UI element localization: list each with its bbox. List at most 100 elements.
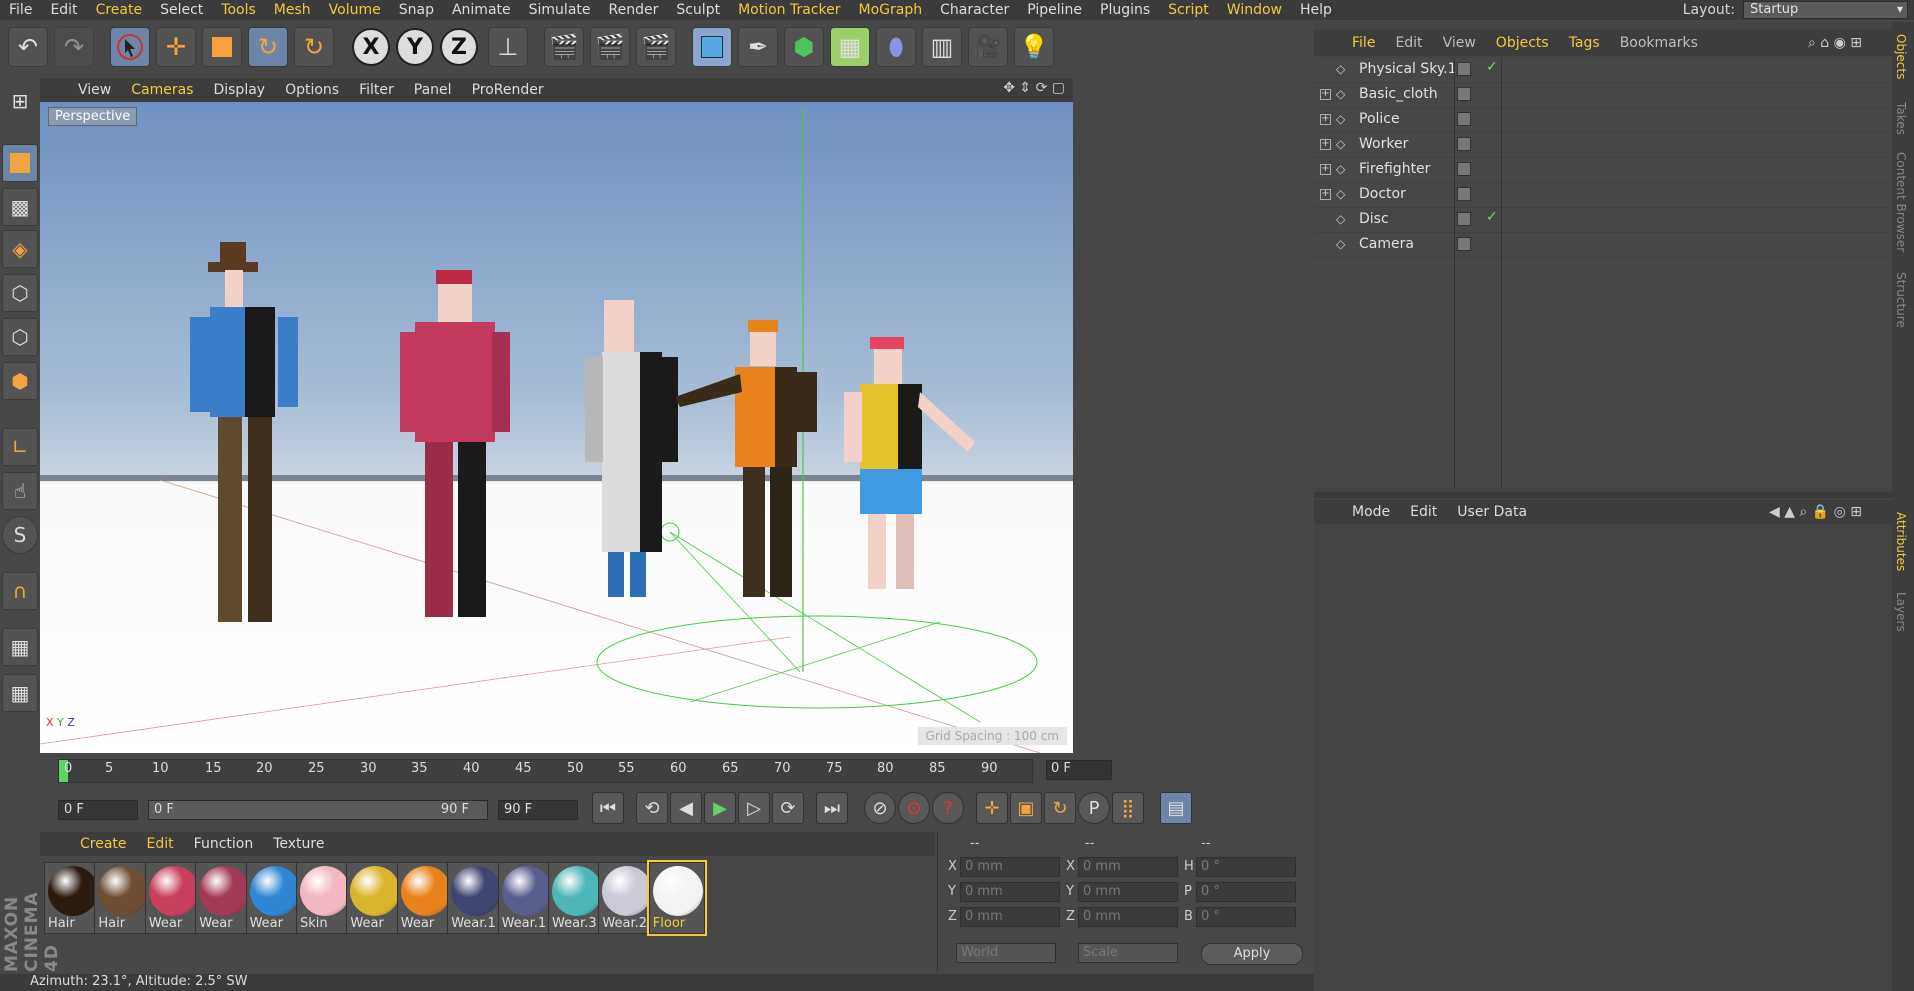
material-swatch[interactable]: Hair [94, 862, 151, 934]
visibility-toggle-icon[interactable] [1457, 87, 1471, 101]
visibility-toggle-icon[interactable] [1457, 112, 1471, 126]
viewport-menu-prorender[interactable]: ProRender [462, 82, 554, 98]
axis-mode-icon[interactable]: ∟ [2, 428, 38, 466]
3d-viewport[interactable]: Perspective X Y Z Grid Spacing : 100 cm [40, 102, 1073, 753]
enabled-check-icon[interactable]: ✓ [1486, 209, 1498, 225]
key-pla-icon[interactable]: ⣿ [1112, 792, 1144, 824]
prev-frame-icon[interactable]: ◀ [670, 792, 702, 824]
pen-icon[interactable]: ✒ [738, 27, 778, 67]
coord-field[interactable]: 0 mm [1078, 857, 1178, 877]
key-scale-icon[interactable]: ▣ [1010, 792, 1042, 824]
attr-menu-user-data[interactable]: User Data [1447, 504, 1537, 520]
menu-snap[interactable]: Snap [390, 2, 443, 18]
attr-nav-icons[interactable]: ◀ ▲ ⌕ 🔒 ◎ ⊞ [1769, 504, 1862, 520]
play-icon[interactable]: ▶ [704, 792, 736, 824]
edges-mode-icon[interactable]: ⬡ [2, 318, 38, 356]
expand-icon[interactable]: + [1320, 139, 1331, 150]
object-menu-edit[interactable]: Edit [1385, 35, 1432, 51]
layout-dropdown[interactable]: Startup [1743, 1, 1908, 19]
object-menu-file[interactable]: File [1342, 35, 1385, 51]
points-mode-icon[interactable]: ⬡ [2, 274, 38, 312]
menu-simulate[interactable]: Simulate [520, 2, 600, 18]
material-swatch[interactable]: Wear.2 [598, 862, 655, 934]
material-menu-function[interactable]: Function [184, 836, 264, 852]
recent-tool-icon[interactable]: ↻ [294, 27, 334, 67]
menu-volume[interactable]: Volume [320, 2, 390, 18]
object-row[interactable]: ◇ Physical Sky.1 ✓ [1314, 58, 1892, 83]
coord-field[interactable]: 0 ° [1196, 882, 1296, 902]
attr-menu-mode[interactable]: Mode [1342, 504, 1400, 520]
tab-takes[interactable]: Takes [1894, 102, 1908, 135]
object-menu-tags[interactable]: Tags [1559, 35, 1610, 51]
tab-content-browser[interactable]: Content Browser [1894, 152, 1908, 252]
viewport-menu-filter[interactable]: Filter [349, 82, 404, 98]
scale-icon[interactable] [202, 27, 242, 67]
tab-objects[interactable]: Objects [1894, 34, 1908, 79]
menu-help[interactable]: Help [1291, 2, 1341, 18]
goto-end-icon[interactable]: ⏭ [816, 792, 848, 824]
menu-sculpt[interactable]: Sculpt [667, 2, 729, 18]
goto-next-key-icon[interactable]: ⟳ [772, 792, 804, 824]
coord-field[interactable]: 0 mm [960, 882, 1060, 902]
polygons-mode-icon[interactable]: ⬢ [2, 362, 38, 400]
keyframe-selection-icon[interactable]: ? [932, 792, 964, 824]
enabled-check-icon[interactable]: ✓ [1486, 59, 1498, 75]
viewport-menu-panel[interactable]: Panel [404, 82, 462, 98]
timeline[interactable]: 0 5 10 15 20 25 30 35 40 45 50 55 60 65 … [40, 756, 1112, 786]
rotate-icon[interactable]: ↻ [248, 27, 288, 67]
tab-attributes[interactable]: Attributes [1894, 512, 1908, 571]
visibility-toggle-icon[interactable] [1457, 62, 1471, 76]
undo-icon[interactable]: ↶ [8, 27, 48, 67]
render-picture-viewer-icon[interactable]: 🎬 [590, 27, 630, 67]
coord-field[interactable]: 0 mm [1078, 907, 1178, 927]
attr-menu-edit[interactable]: Edit [1400, 504, 1447, 520]
object-row[interactable]: + ◇ Firefighter [1314, 158, 1892, 183]
next-frame-icon[interactable]: ▷ [738, 792, 770, 824]
coord-field[interactable]: 0 mm [1078, 882, 1178, 902]
render-view-icon[interactable]: 🎬 [544, 27, 584, 67]
tab-structure[interactable]: Structure [1894, 272, 1908, 328]
light-icon[interactable]: 💡 [1014, 27, 1054, 67]
camera-icon[interactable]: 🎥 [968, 27, 1008, 67]
goto-prev-key-icon[interactable]: ⟲ [636, 792, 668, 824]
menu-edit[interactable]: Edit [41, 2, 86, 18]
apply-button[interactable]: Apply [1201, 943, 1303, 965]
object-manager-search-icon[interactable]: ⌕ ⌂ ◉ ⊞ [1808, 35, 1862, 51]
menu-animate[interactable]: Animate [443, 2, 520, 18]
object-menu-view[interactable]: View [1433, 35, 1486, 51]
deformer-icon[interactable]: ⬮ [876, 27, 916, 67]
object-menu-objects[interactable]: Objects [1486, 35, 1559, 51]
menu-select[interactable]: Select [151, 2, 212, 18]
material-swatch[interactable]: Wear [144, 862, 201, 934]
current-frame-field[interactable]: 0 F [1046, 760, 1112, 780]
object-row[interactable]: ◇ Disc ✓ [1314, 208, 1892, 233]
redo-icon[interactable]: ↷ [54, 27, 94, 67]
visibility-toggle-icon[interactable] [1457, 237, 1471, 251]
material-menu-create[interactable]: Create [70, 836, 137, 852]
workplane-lock-icon[interactable]: ▦ [2, 628, 38, 666]
menu-render[interactable]: Render [600, 2, 668, 18]
record-keys-icon[interactable]: ⊘ [864, 792, 896, 824]
material-menu-texture[interactable]: Texture [263, 836, 334, 852]
coord-field[interactable]: 0 ° [1196, 907, 1296, 927]
y-axis-lock-icon[interactable]: Y [396, 28, 434, 66]
render-settings-icon[interactable]: 🎬 [636, 27, 676, 67]
material-swatch[interactable]: Wear [346, 862, 403, 934]
coord-field[interactable]: 0 mm [960, 907, 1060, 927]
expand-icon[interactable]: + [1320, 189, 1331, 200]
key-position-icon[interactable]: ✛ [976, 792, 1008, 824]
make-editable-icon[interactable]: ⊞ [2, 82, 38, 120]
object-row[interactable]: + ◇ Police [1314, 108, 1892, 133]
solo-mode-icon[interactable]: S [2, 516, 38, 554]
material-menu-edit[interactable]: Edit [137, 836, 184, 852]
object-name[interactable]: Police [1359, 111, 1400, 127]
expand-icon[interactable]: + [1320, 114, 1331, 125]
start-frame-field[interactable]: 0 F [58, 800, 138, 820]
goto-start-icon[interactable]: ⏮ [592, 792, 624, 824]
menu-window[interactable]: Window [1218, 2, 1291, 18]
menu-mograph[interactable]: MoGraph [850, 2, 932, 18]
z-axis-lock-icon[interactable]: Z [440, 28, 478, 66]
object-row[interactable]: + ◇ Worker [1314, 133, 1892, 158]
material-swatch[interactable]: Wear [245, 862, 302, 934]
texture-mode-icon[interactable]: ▩ [2, 188, 38, 226]
